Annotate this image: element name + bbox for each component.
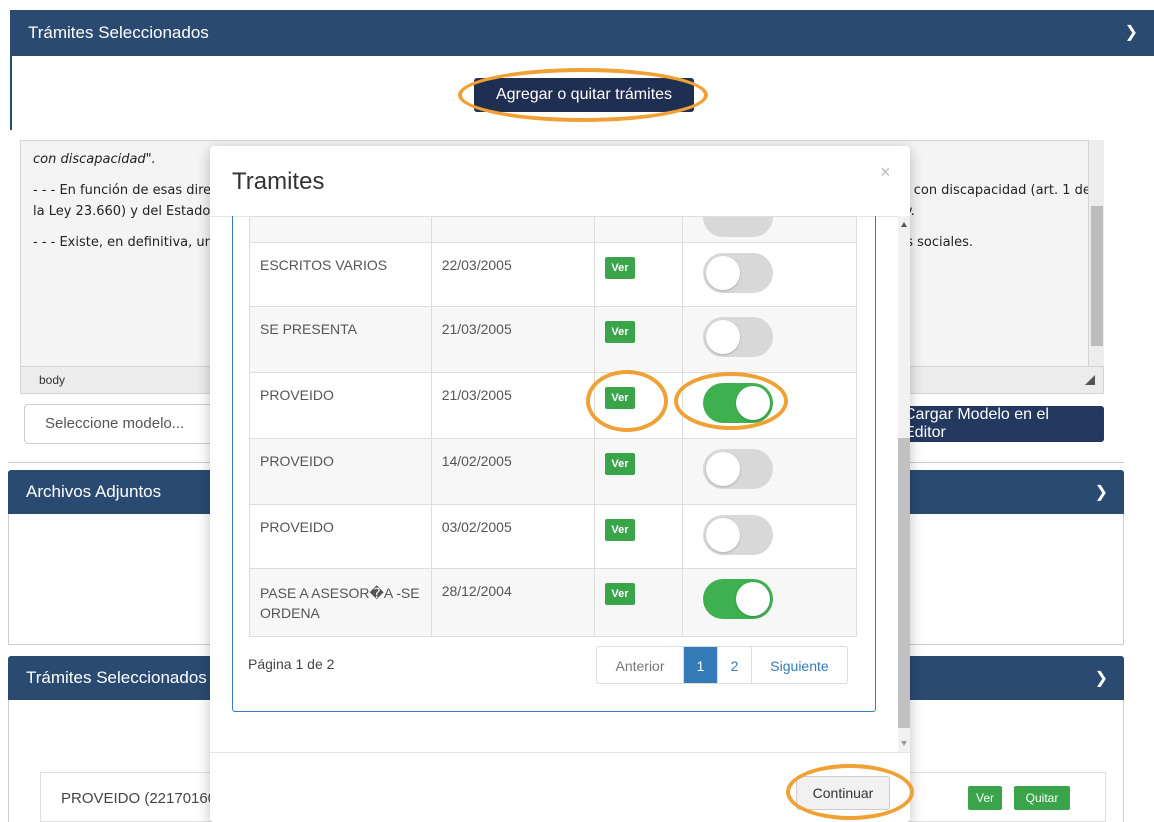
view-button[interactable]: Ver	[605, 519, 635, 541]
view-button[interactable]: Ver	[605, 257, 635, 279]
pagination-info: Página 1 de 2	[248, 656, 335, 672]
divider	[210, 752, 910, 753]
tramite-name: PROVEIDO	[249, 438, 432, 505]
table-row: ESCRITOS VARIOS 22/03/2005 Ver	[249, 242, 857, 307]
toggle-switch[interactable]	[703, 449, 774, 489]
modal-scrollbar[interactable]	[898, 216, 910, 752]
tramite-name: ESCRITOS VARIOS	[249, 242, 432, 307]
tramites-modal: Tramites × ESCRITOS VARIOS 22/03/2005 Ve…	[210, 146, 910, 822]
tramite-date: 22/03/2005	[430, 242, 596, 307]
table-row	[249, 216, 857, 243]
view-button[interactable]: Ver	[605, 321, 635, 343]
toggle-switch[interactable]	[703, 515, 774, 555]
view-button[interactable]: Ver	[605, 453, 635, 475]
toggle-switch[interactable]	[703, 317, 774, 357]
toggle-switch[interactable]	[703, 253, 774, 293]
tramite-date: 21/03/2005	[430, 306, 596, 373]
add-remove-tramites-button[interactable]: Agregar o quitar trámites	[474, 78, 694, 112]
scroll-down-icon[interactable]	[901, 741, 907, 746]
toggle-switch[interactable]	[703, 383, 774, 423]
model-select[interactable]: Seleccione modelo...	[24, 404, 224, 444]
resize-grip-icon[interactable]	[1085, 375, 1095, 385]
table-row: PASE A ASESOR�A -SE ORDENA 28/12/2004 Ve…	[249, 568, 857, 637]
chevron-down-icon[interactable]: ❯	[1095, 668, 1108, 688]
table-row: PROVEIDO 03/02/2005 Ver	[249, 504, 857, 569]
table-row: PROVEIDO 21/03/2005 Ver	[249, 372, 857, 439]
chevron-down-icon[interactable]: ❯	[1095, 482, 1108, 502]
toggle-switch[interactable]	[703, 579, 774, 619]
selected-tramites-title-2: Trámites Seleccionados	[26, 668, 207, 687]
continue-button[interactable]: Continuar	[796, 776, 890, 810]
tramite-date: 21/03/2005	[430, 372, 596, 439]
toggle-switch[interactable]	[703, 217, 774, 237]
tramites-table: ESCRITOS VARIOS 22/03/2005 Ver SE PRESEN…	[249, 216, 857, 637]
tramite-date: 28/12/2004	[430, 568, 596, 637]
view-button[interactable]: Ver	[968, 786, 1002, 810]
editor-scrollbar[interactable]	[1088, 140, 1104, 366]
scroll-up-icon[interactable]	[901, 222, 907, 227]
load-model-button[interactable]: Cargar Modelo en el Editor	[904, 406, 1104, 442]
table-row: PROVEIDO 14/02/2005 Ver	[249, 438, 857, 505]
modal-title: Tramites	[232, 168, 325, 195]
tramite-name: PASE A ASESOR�A -SE ORDENA	[249, 568, 432, 637]
table-row: SE PRESENTA 21/03/2005 Ver	[249, 306, 857, 373]
selected-tramites-title: Trámites Seleccionados	[28, 23, 209, 42]
tramites-table-frame: ESCRITOS VARIOS 22/03/2005 Ver SE PRESEN…	[232, 216, 876, 712]
pagination: Anterior 1 2 Siguiente	[596, 646, 848, 684]
view-button[interactable]: Ver	[605, 387, 635, 409]
tramite-date: 14/02/2005	[430, 438, 596, 505]
attachments-title: Archivos Adjuntos	[26, 482, 162, 501]
tramite-name: SE PRESENTA	[249, 306, 432, 373]
chevron-down-icon[interactable]: ❯	[1125, 22, 1138, 42]
selected-tramites-header[interactable]: Trámites Seleccionados ❯	[10, 10, 1154, 56]
editor-status-text: body	[39, 373, 66, 387]
pagination-page-2[interactable]: 2	[717, 647, 751, 683]
pagination-next[interactable]: Siguiente	[751, 647, 847, 683]
selected-tramite-label: PROVEIDO (22170160)	[61, 790, 222, 807]
pagination-prev[interactable]: Anterior	[597, 647, 683, 683]
tramite-name: PROVEIDO	[249, 372, 432, 439]
view-button[interactable]: Ver	[605, 583, 635, 605]
remove-button[interactable]: Quitar	[1014, 786, 1070, 810]
tramite-name: PROVEIDO	[249, 504, 432, 569]
close-icon[interactable]: ×	[880, 162, 891, 183]
tramite-date: 03/02/2005	[430, 504, 596, 569]
pagination-page-1[interactable]: 1	[683, 647, 717, 683]
